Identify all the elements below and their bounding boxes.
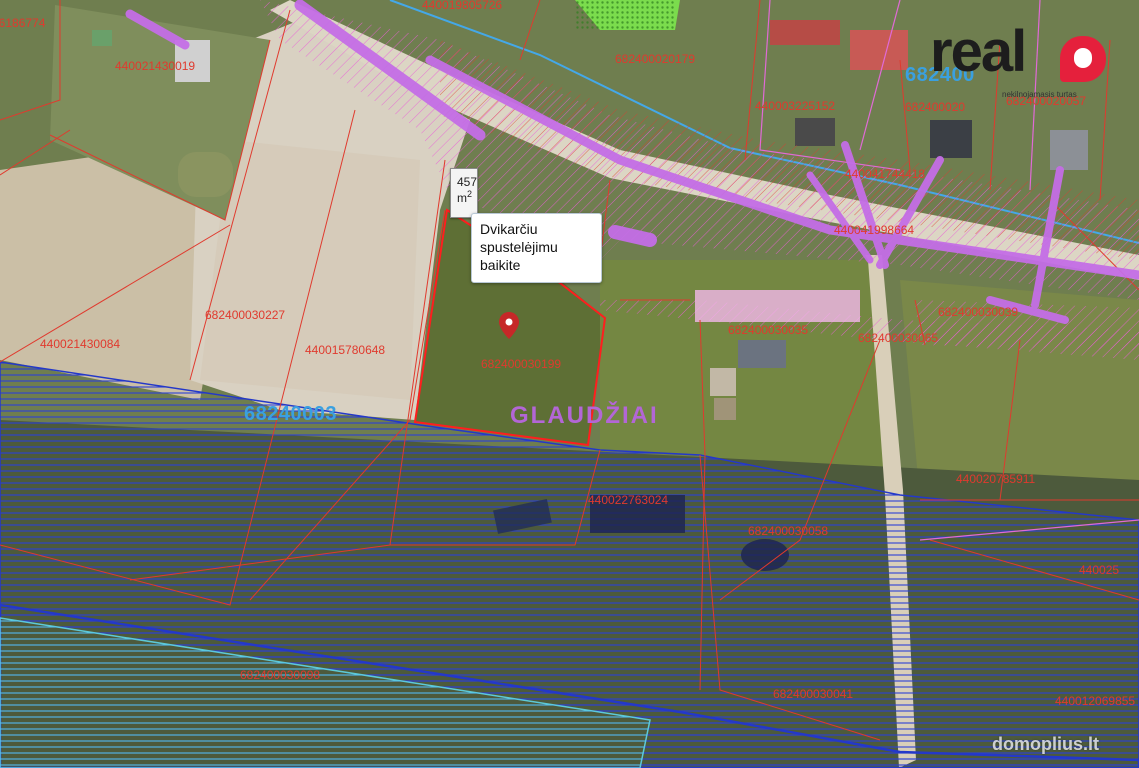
area-unit-exponent: 2 <box>467 189 473 199</box>
village-name: GLAUDŽIAI <box>510 402 659 429</box>
area-unit: m <box>457 191 467 205</box>
map-canvas[interactable] <box>0 0 1139 768</box>
tooltip-line: spustelėjimu <box>480 239 558 255</box>
green-plot-dots <box>575 0 675 30</box>
building-top-left <box>92 30 112 46</box>
logo-a-mark <box>1060 36 1106 82</box>
logo-tagline: nekilnojamasis turtas <box>1002 90 1077 99</box>
cadastral-zone-code: 68240003 <box>244 403 337 425</box>
house-roof-6 <box>738 340 786 368</box>
shed-2 <box>714 398 736 420</box>
watermark: domoplius.lt <box>992 734 1099 754</box>
tooltip-line: Dvikarčiu <box>480 221 538 237</box>
area-value: 4572.4 <box>457 175 478 189</box>
house-roof-4 <box>930 120 972 158</box>
house-roof-3 <box>795 118 835 146</box>
dark-water-2 <box>590 495 685 533</box>
tooltip-line: baikite <box>480 257 521 273</box>
pink-plot <box>695 290 860 322</box>
pond <box>178 152 233 197</box>
house-roof-2 <box>770 20 840 45</box>
shed-1 <box>710 368 736 396</box>
logo-wordmark: real <box>930 19 1027 84</box>
house-roof-5 <box>1050 130 1088 170</box>
house-roof-1 <box>850 30 908 70</box>
brand-logo: real nekilnojamasis turtas <box>930 22 1110 104</box>
measure-tooltip: Dvikarčiu spustelėjimu baikite <box>471 213 602 283</box>
area-measurement-box: 4572.4 m2 <box>450 168 478 218</box>
